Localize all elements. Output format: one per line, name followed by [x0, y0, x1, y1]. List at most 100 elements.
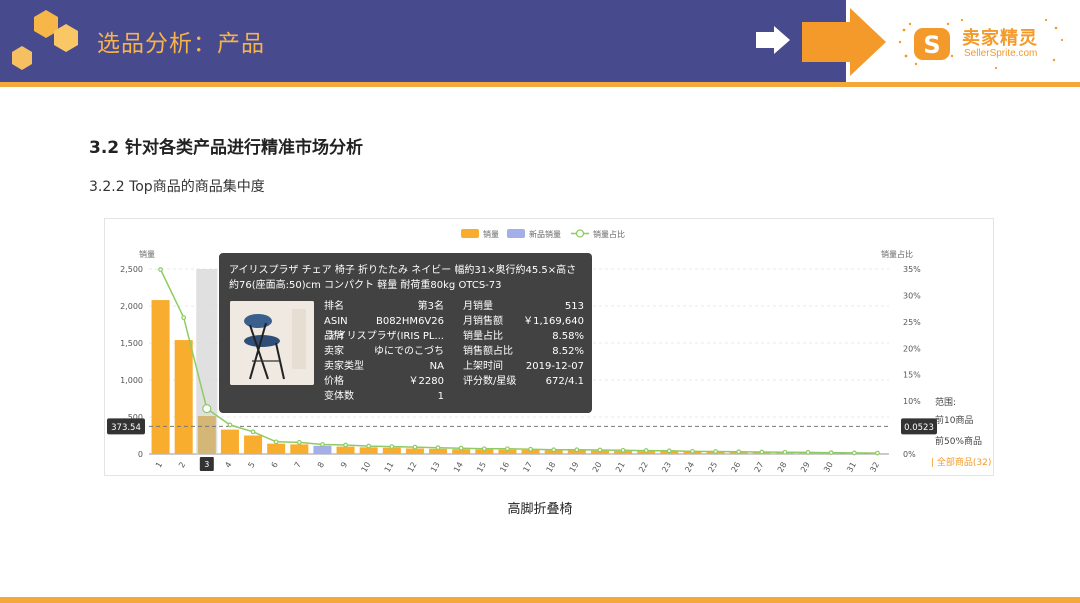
range-title: 范围: [935, 398, 957, 408]
share-point-21 [620, 447, 626, 453]
share-point-28 [782, 449, 788, 455]
y2-tick-label: 20% [903, 344, 921, 353]
share-point-20 [597, 447, 603, 453]
y2-tick-label: 30% [903, 291, 921, 300]
x-tick-label: 21 [614, 461, 627, 474]
x-tick-label: 18 [545, 461, 558, 474]
tooltip-product-title: アイリスプラザ チェア 椅子 折りたたみ ネイビー 幅約31×奥行約45.5×高… [229, 265, 577, 291]
x-tick-label: 1 [154, 461, 164, 470]
share-point-25 [713, 449, 718, 454]
bar-sales-3 [197, 416, 216, 454]
share-point-5 [250, 429, 256, 435]
share-point-17 [528, 446, 533, 452]
x-tick-label: 4 [223, 461, 233, 470]
x-tick-label: 32 [868, 461, 881, 474]
tooltip-value: 8.52% [552, 346, 584, 357]
tooltip-key: 价格 [324, 376, 344, 387]
share-point-15 [481, 446, 487, 452]
tooltip-value: B082HM6V26 [375, 316, 444, 327]
range-option-top10[interactable]: 前10商品 [935, 413, 973, 426]
tooltip-row: 价格 ￥2280 评分数/星级 672/4.1 [324, 374, 584, 389]
share-point-29 [805, 450, 811, 455]
share-point-12 [412, 444, 418, 450]
range-option-top50pct[interactable]: 前50%商品 [935, 434, 982, 447]
folding-chair-image-icon [230, 301, 314, 385]
tooltip-key: 销量占比 [463, 331, 503, 342]
tooltip-value: NA [429, 361, 444, 372]
x-tick-label: 3 [204, 460, 209, 469]
bar-sales-6 [267, 443, 286, 454]
x-tick-label: 12 [406, 461, 419, 474]
share-point-30 [828, 450, 834, 456]
share-point-8 [320, 442, 325, 447]
x-tick-label: 28 [776, 461, 789, 474]
tooltip-key: 卖家 [324, 346, 344, 357]
tooltip-row: 卖家类型 NA 上架时间 2019-12-07 [324, 359, 584, 374]
y2-tick-label: 0% [903, 450, 916, 459]
tooltip-key: 月销售额 [463, 316, 503, 327]
arrow-decoration-icon [756, 8, 886, 76]
y2-tick-label: 10% [903, 397, 921, 406]
y-tick-label: 2,500 [120, 265, 143, 274]
tooltip-row: 排名 第3名 月销量 513 [324, 299, 584, 314]
x-tick-label: 27 [753, 461, 766, 474]
x-tick-label: 8 [316, 461, 326, 470]
tooltip-value: 8.58% [552, 331, 584, 342]
bar-sales-7 [290, 444, 309, 454]
x-tick-label: 30 [822, 461, 835, 474]
x-tick-label: 13 [429, 461, 442, 474]
legend-label: 销量 [483, 229, 499, 239]
share-point-1 [158, 267, 163, 272]
page-title: 选品分析：产品 [97, 31, 265, 57]
right-marker-label: 0.0523 [904, 423, 934, 433]
tooltip-key: 月销量 [463, 301, 493, 312]
tooltip-value: ￥1,169,640 [523, 316, 584, 327]
sellersprite-logo: S 卖家精灵 SellerSprite.com [896, 16, 1066, 72]
x-tick-label: 2 [177, 461, 187, 470]
x-tick-label: 9 [339, 461, 349, 470]
x-tick-label: 20 [591, 461, 604, 474]
product-tooltip: アイリスプラザ チェア 椅子 折りたたみ ネイビー 幅約31×奥行約45.5×高… [219, 253, 592, 413]
y-tick-label: 1,000 [120, 376, 143, 385]
tooltip-value: 1 [437, 391, 444, 402]
share-point-11 [389, 444, 395, 450]
share-point-3 [202, 404, 212, 414]
footer-line [0, 597, 1080, 603]
subsection-heading: 3.2.2 Top商品的商品集中度 [89, 179, 265, 195]
share-point-22 [643, 448, 649, 453]
tooltip-value: ￥2280 [408, 376, 444, 387]
y-tick-label: 1,500 [120, 339, 143, 348]
range-option-all[interactable]: | 全部商品(32) [931, 455, 991, 468]
legend-dot [575, 229, 585, 238]
x-tick-label: 17 [521, 461, 534, 474]
y-tick-label: 0 [138, 450, 143, 459]
logo-dots-icon [960, 18, 1064, 70]
x-tick-label: 26 [730, 461, 743, 474]
tooltip-key: 卖家类型 [324, 361, 364, 372]
share-point-4 [227, 422, 233, 428]
share-point-18 [551, 447, 557, 453]
range-option-all-label[interactable]: 全部商品(32) [937, 458, 991, 468]
legend-swatch [461, 229, 479, 238]
y2-tick-label: 25% [903, 318, 921, 327]
share-point-13 [435, 445, 441, 451]
share-point-2 [181, 315, 187, 321]
header-underline [0, 82, 1080, 87]
y-axis-title: 销量 [139, 249, 155, 259]
tooltip-key: 上架时间 [463, 361, 503, 372]
x-tick-label: 16 [498, 461, 511, 474]
x-tick-label: 22 [637, 461, 650, 474]
bar-sales-2 [174, 340, 193, 454]
x-tick-label: 24 [683, 461, 696, 474]
tooltip-key: 销售额占比 [463, 346, 513, 357]
x-tick-label: 29 [799, 461, 812, 474]
tooltip-row: 品牌 アイリスプラザ(IRIS PL... 销量占比 8.58% [324, 329, 584, 344]
tooltip-row: ASIN B082HM6V26 月销售额 ￥1,169,640 [324, 314, 584, 329]
average-label: 373.54 [111, 423, 141, 433]
x-tick-label: 15 [475, 461, 488, 474]
slide-header: 选品分析：产品 S 卖家精灵 SellerSprite.com [0, 0, 1080, 82]
tooltip-value: アイリスプラザ(IRIS PL... [327, 331, 444, 342]
share-point-26 [736, 449, 742, 455]
section-heading: 3.2 针对各类产品进行精准市场分析 [89, 138, 364, 158]
bar-sales-9 [336, 446, 355, 454]
